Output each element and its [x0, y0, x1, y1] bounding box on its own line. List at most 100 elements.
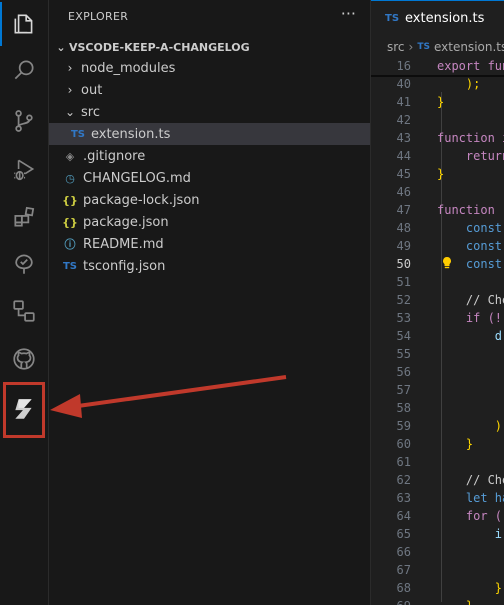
code-line[interactable]: 47 function [371, 201, 504, 219]
tree-item-tsconfig[interactable]: TS tsconfig.json [49, 255, 370, 277]
code-text: function [437, 203, 503, 217]
code-line[interactable]: 52 // Che [371, 291, 504, 309]
code-line[interactable]: 41} [371, 93, 504, 111]
chevron-down-icon: ⌄ [56, 40, 66, 54]
line-number: 47 [396, 203, 411, 217]
code-text: // Che [437, 293, 504, 307]
tree-item-label: src [81, 104, 100, 120]
code-line[interactable]: 16 export function [371, 57, 504, 75]
remote-explorer-icon[interactable] [0, 289, 48, 333]
code-line[interactable]: 65 i [371, 525, 504, 543]
code-line[interactable]: 67 [371, 561, 504, 579]
tab-bar: TS extension.ts [371, 0, 504, 35]
typescript-file-icon: TS [385, 12, 400, 24]
line-number: 44 [396, 149, 411, 163]
folder-header[interactable]: ⌄ VSCODE-KEEP-A-CHANGELOG [49, 36, 370, 58]
json-file-icon: {} [62, 215, 78, 229]
run-debug-icon[interactable] [0, 147, 48, 191]
code-line[interactable]: 57 [371, 381, 504, 399]
code-line[interactable]: 50 const [371, 255, 504, 273]
line-number: 54 [396, 329, 411, 343]
tree-item-extension-ts[interactable]: TS extension.ts [49, 123, 370, 145]
history-file-icon: ◷ [65, 171, 75, 185]
code-line[interactable]: 49 const [371, 237, 504, 255]
tree-item-gitignore[interactable]: ◈ .gitignore [49, 145, 370, 167]
code-text: // Che [437, 473, 504, 487]
line-number: 66 [396, 545, 411, 559]
github-icon[interactable] [0, 337, 48, 381]
more-actions-icon[interactable]: ··· [341, 6, 356, 22]
code-line[interactable]: 48 const [371, 219, 504, 237]
code-line[interactable]: 44 return [371, 147, 504, 165]
tree-item-package-json[interactable]: {} package.json [49, 211, 370, 233]
line-number: 41 [396, 95, 411, 109]
code-line[interactable]: 58 [371, 399, 504, 417]
code-line[interactable]: 60 } [371, 435, 504, 453]
breadcrumb-folder[interactable]: src [387, 40, 405, 54]
sidebar-title: EXPLORER [68, 10, 129, 23]
explorer-icon[interactable] [0, 2, 48, 46]
line-number: 52 [396, 293, 411, 307]
tree-item-label: package-lock.json [83, 192, 200, 208]
tree-item-out[interactable]: › out [49, 79, 370, 101]
code-line[interactable]: 40 ); [371, 75, 504, 93]
code-text: } [437, 437, 474, 451]
code-line[interactable]: 54 d [371, 327, 504, 345]
breadcrumb-file[interactable]: extension.ts [434, 40, 504, 54]
line-number: 16 [396, 59, 411, 73]
code-line[interactable]: 45} [371, 165, 504, 183]
code-text: const [437, 239, 503, 253]
code-line[interactable]: 43 function i [371, 129, 504, 147]
explorer-sidebar: EXPLORER ··· ⌄ VSCODE-KEEP-A-CHANGELOG ›… [49, 0, 371, 605]
json-file-icon: {} [62, 193, 78, 207]
code-line[interactable]: 55 [371, 345, 504, 363]
code-line[interactable]: 68 } [371, 579, 504, 597]
tree-item-label: package.json [83, 214, 169, 230]
breadcrumb-separator: › [408, 40, 414, 54]
tree-item-readme[interactable]: ⓘ README.md [49, 233, 370, 255]
folder-name: VSCODE-KEEP-A-CHANGELOG [69, 40, 250, 54]
code-line[interactable]: 66 [371, 543, 504, 561]
chevron-right-icon: › [67, 83, 73, 97]
code-line[interactable]: 46 [371, 183, 504, 201]
code-line[interactable]: 42 [371, 111, 504, 129]
code-line[interactable]: 63 let ha [371, 489, 504, 507]
tree-item-label: README.md [83, 236, 164, 252]
line-number: 50 [396, 257, 411, 271]
code-text: export function [437, 59, 504, 73]
line-number: 58 [396, 401, 411, 415]
extensions-icon[interactable] [0, 195, 48, 239]
tree-item-label: out [81, 82, 103, 98]
code-line[interactable]: 64 for ( [371, 507, 504, 525]
code-text: return [437, 149, 504, 163]
lightbulb-icon[interactable] [441, 256, 453, 270]
code-text: function i [437, 131, 504, 145]
code-line[interactable]: 56 [371, 363, 504, 381]
code-line[interactable]: 62 // Che [371, 471, 504, 489]
code-text: } [437, 581, 503, 595]
code-line[interactable]: 53 if (! [371, 309, 504, 327]
testing-icon[interactable] [0, 242, 48, 286]
tree-item-package-lock[interactable]: {} package-lock.json [49, 189, 370, 211]
tree-item-node-modules[interactable]: › node_modules [49, 57, 370, 79]
tree-item-label: tsconfig.json [83, 258, 166, 274]
tree-item-src[interactable]: ⌄ src [49, 101, 370, 123]
code-text: ) [437, 419, 503, 433]
code-text: let ha [437, 491, 504, 505]
code-line[interactable]: 61 [371, 453, 504, 471]
code-line[interactable]: 69 } [371, 597, 504, 605]
line-number: 53 [396, 311, 411, 325]
line-number: 43 [396, 131, 411, 145]
code-line[interactable]: 51 [371, 273, 504, 291]
source-control-icon[interactable] [0, 99, 48, 143]
tree-item-label: extension.ts [91, 126, 171, 142]
tab-extension-ts[interactable]: TS extension.ts [371, 0, 504, 35]
line-number: 46 [396, 185, 411, 199]
sticky-scroll-shadow [371, 75, 504, 77]
tree-item-changelog[interactable]: ◷ CHANGELOG.md [49, 167, 370, 189]
search-icon[interactable] [0, 48, 48, 92]
code-text: } [437, 167, 445, 181]
code-line[interactable]: 59 ) [371, 417, 504, 435]
code-text: if (! [437, 311, 503, 325]
line-number: 60 [396, 437, 411, 451]
